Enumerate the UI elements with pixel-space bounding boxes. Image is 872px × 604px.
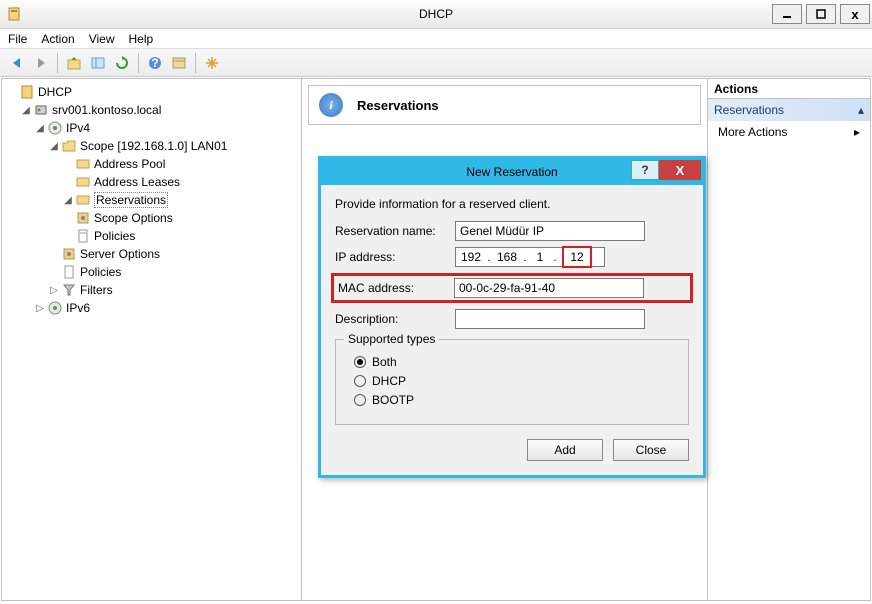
back-button[interactable]: [6, 52, 28, 74]
minimize-button[interactable]: [772, 4, 802, 24]
ip-octet-1[interactable]: [456, 248, 486, 266]
new-button[interactable]: [201, 52, 223, 74]
dialog-help-button[interactable]: ?: [631, 160, 659, 180]
up-button[interactable]: [63, 52, 85, 74]
tree-server[interactable]: ◢srv001.kontoso.local: [4, 101, 299, 119]
center-header: i Reservations: [308, 85, 701, 125]
collapse-icon[interactable]: ◢: [48, 140, 60, 152]
server-options-icon: [61, 246, 77, 262]
menu-file[interactable]: File: [8, 32, 27, 46]
dialog-close-button[interactable]: X: [659, 160, 701, 180]
help-button[interactable]: ?: [144, 52, 166, 74]
tree-leases[interactable]: Address Leases: [4, 173, 299, 191]
show-hide-tree-button[interactable]: [87, 52, 109, 74]
radio-dhcp[interactable]: DHCP: [354, 374, 676, 388]
tree-addrpool[interactable]: Address Pool: [4, 155, 299, 173]
tree-root[interactable]: DHCP: [4, 83, 299, 101]
desc-label: Description:: [335, 312, 455, 326]
collapse-icon[interactable]: ◢: [62, 194, 74, 206]
close-button[interactable]: x: [840, 4, 870, 24]
group-legend: Supported types: [344, 332, 439, 346]
collapse-icon[interactable]: ▴: [858, 103, 864, 117]
ip-octet-4[interactable]: [566, 248, 588, 266]
server-icon: [33, 102, 49, 118]
properties-button[interactable]: [168, 52, 190, 74]
expand-icon[interactable]: ▷: [48, 284, 60, 296]
ipv4-icon: [47, 120, 63, 136]
pool-icon: [75, 156, 91, 172]
actions-more[interactable]: More Actions ▸: [708, 121, 870, 143]
collapse-icon[interactable]: ◢: [34, 122, 46, 134]
mac-input[interactable]: [454, 278, 644, 298]
reservations-icon: [75, 192, 91, 208]
ip-address-input[interactable]: . . .: [455, 247, 605, 267]
tree-filters[interactable]: ▷Filters: [4, 281, 299, 299]
add-button[interactable]: Add: [527, 439, 603, 461]
leases-icon: [75, 174, 91, 190]
filter-icon: [61, 282, 77, 298]
chevron-right-icon: ▸: [854, 125, 860, 139]
policies-icon: [61, 264, 77, 280]
ipv6-icon: [47, 300, 63, 316]
tree-pane[interactable]: DHCP ◢srv001.kontoso.local ◢IPv4 ◢Scope …: [2, 79, 302, 600]
resname-input[interactable]: [455, 221, 645, 241]
refresh-button[interactable]: [111, 52, 133, 74]
app-icon: [6, 6, 22, 22]
forward-button[interactable]: [30, 52, 52, 74]
ip-label: IP address:: [335, 250, 455, 264]
center-title: Reservations: [357, 98, 439, 113]
radio-both[interactable]: Both: [354, 355, 676, 369]
ip-octet-3[interactable]: [528, 248, 552, 266]
menubar: File Action View Help: [0, 29, 872, 49]
expand-icon[interactable]: ▷: [34, 302, 46, 314]
tree-scopeopts[interactable]: Scope Options: [4, 209, 299, 227]
info-icon: i: [319, 93, 343, 117]
desc-input[interactable]: [455, 309, 645, 329]
maximize-button[interactable]: [806, 4, 836, 24]
new-reservation-dialog: New Reservation ? X Provide information …: [318, 156, 706, 478]
tree-reservations[interactable]: ◢Reservations: [4, 191, 299, 209]
tree-ipv6[interactable]: ▷IPv6: [4, 299, 299, 317]
resname-label: Reservation name:: [335, 224, 455, 238]
actions-title: Actions: [708, 79, 870, 99]
mac-label: MAC address:: [338, 281, 454, 295]
supported-types-group: Supported types Both DHCP BOOTP: [335, 339, 689, 425]
tree-serveropts[interactable]: Server Options: [4, 245, 299, 263]
menu-action[interactable]: Action: [41, 32, 74, 46]
tree-scope-policies[interactable]: Policies: [4, 227, 299, 245]
actions-section[interactable]: Reservations ▴: [708, 99, 870, 121]
dialog-intro: Provide information for a reserved clien…: [335, 197, 689, 211]
policies-icon: [75, 228, 91, 244]
close-button-dialog[interactable]: Close: [613, 439, 689, 461]
dhcp-icon: [19, 84, 35, 100]
window-title: DHCP: [419, 7, 453, 21]
tree-policies[interactable]: Policies: [4, 263, 299, 281]
menu-help[interactable]: Help: [129, 32, 154, 46]
collapse-icon[interactable]: ◢: [20, 104, 32, 116]
radio-bootp[interactable]: BOOTP: [354, 393, 676, 407]
toolbar: ?: [0, 49, 872, 77]
window-titlebar: DHCP x: [0, 0, 872, 29]
folder-icon: [61, 138, 77, 154]
tree-scope[interactable]: ◢Scope [192.168.1.0] LAN01: [4, 137, 299, 155]
dialog-titlebar[interactable]: New Reservation ? X: [321, 159, 703, 185]
svg-text:?: ?: [151, 56, 158, 70]
tree-ipv4[interactable]: ◢IPv4: [4, 119, 299, 137]
ip-octet-2[interactable]: [492, 248, 522, 266]
options-icon: [75, 210, 91, 226]
dialog-title: New Reservation: [466, 165, 557, 179]
menu-view[interactable]: View: [89, 32, 115, 46]
actions-pane: Actions Reservations ▴ More Actions ▸: [708, 79, 870, 600]
